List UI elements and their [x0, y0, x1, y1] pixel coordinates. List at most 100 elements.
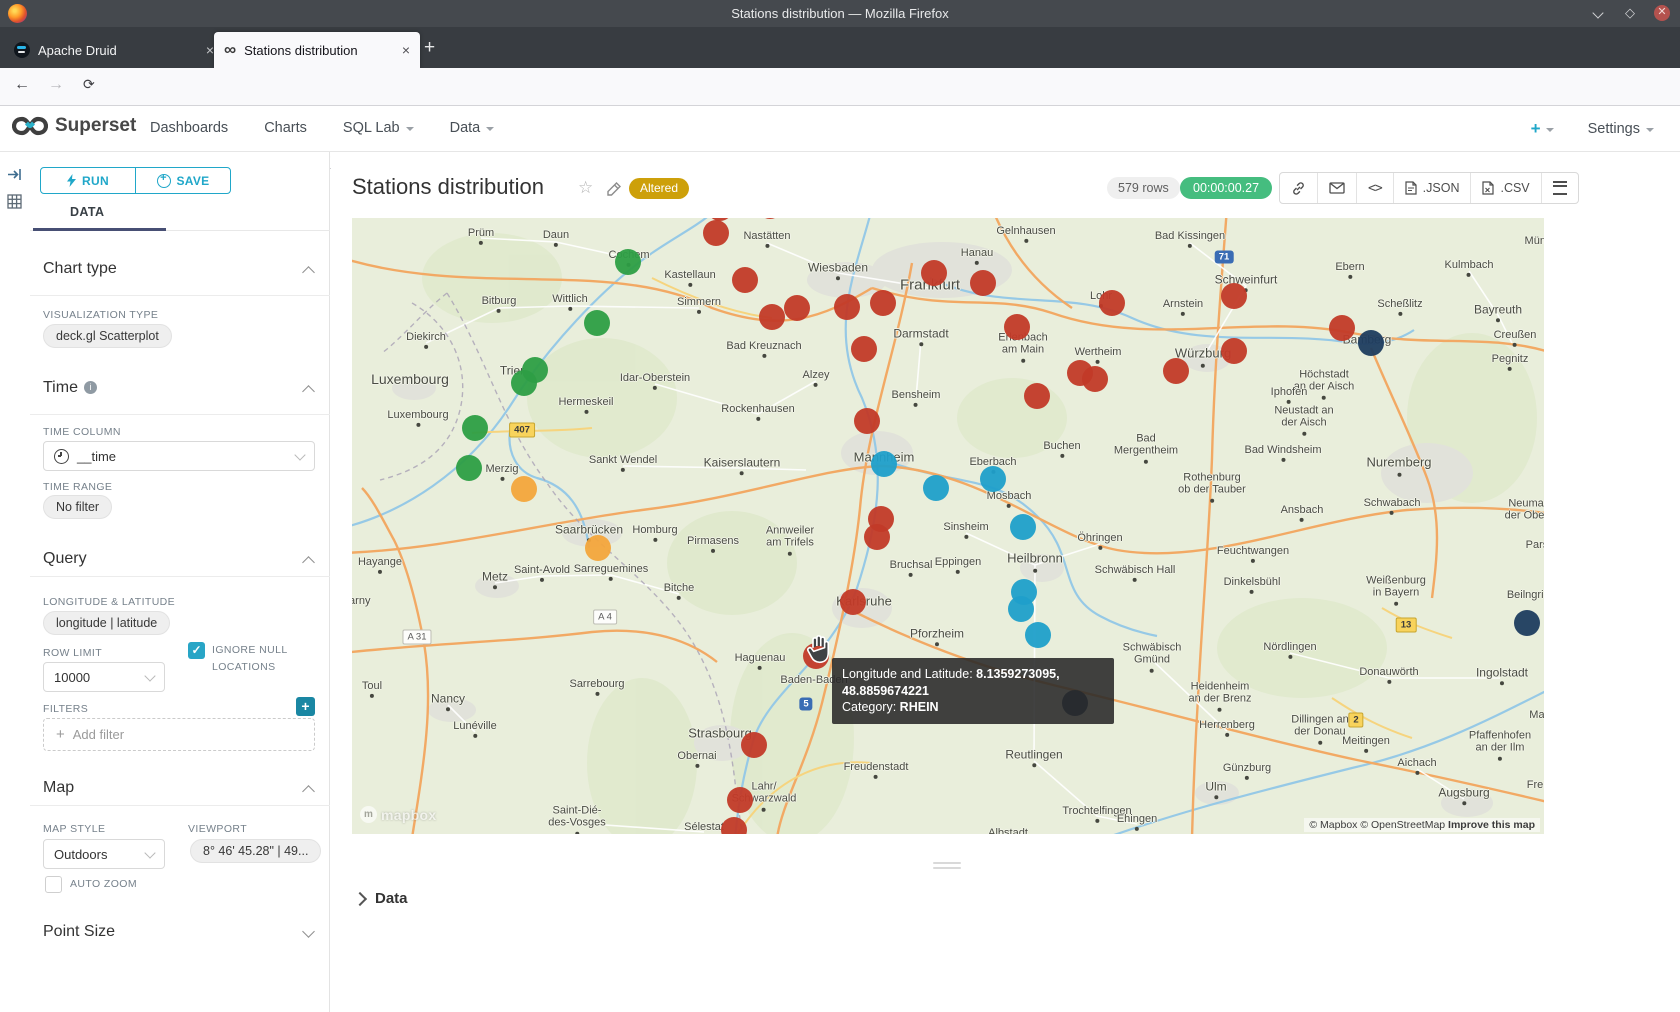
station-point[interactable] [784, 295, 810, 321]
station-point[interactable] [921, 260, 947, 286]
station-point[interactable] [1221, 338, 1247, 364]
tab-stations-distribution[interactable]: ∞ Stations distribution × [214, 32, 420, 68]
new-tab-button[interactable]: + [424, 38, 435, 57]
attribution-mapbox[interactable]: © Mapbox [1309, 819, 1357, 831]
station-point[interactable] [727, 787, 753, 813]
export-json-button[interactable]: .JSON [1393, 173, 1471, 203]
station-point[interactable] [703, 220, 729, 246]
station-point[interactable] [1004, 314, 1030, 340]
station-point[interactable] [1008, 596, 1034, 622]
station-point[interactable] [1025, 622, 1051, 648]
station-point[interactable] [759, 304, 785, 330]
station-point[interactable] [840, 589, 866, 615]
viewport-value[interactable]: 8° 46' 45.28" | 49... [190, 839, 321, 863]
station-point[interactable] [585, 535, 611, 561]
favorite-star-icon[interactable]: ☆ [578, 178, 593, 198]
run-button[interactable]: RUN [41, 168, 136, 193]
settings-menu[interactable]: Settings [1588, 121, 1654, 137]
reload-icon[interactable]: ⟳ [83, 76, 95, 93]
station-point[interactable] [854, 408, 880, 434]
chevron-down-icon[interactable] [302, 925, 315, 938]
section-point-size[interactable]: Point Size [43, 923, 115, 941]
window-minimize-icon[interactable] [1590, 5, 1606, 21]
station-point[interactable] [1082, 366, 1108, 392]
auto-zoom-checkbox[interactable] [45, 876, 62, 893]
lonlat-value[interactable]: longitude | latitude [43, 611, 170, 635]
deckgl-scatterplot-map[interactable]: PrümDaunCochemNastättenWiesbadenFrankfur… [352, 218, 1544, 834]
email-button[interactable] [1317, 173, 1356, 203]
window-close-icon[interactable]: ✕ [1654, 5, 1670, 21]
section-map[interactable]: Map [43, 779, 74, 797]
back-icon[interactable]: ← [14, 76, 30, 94]
viz-type-value[interactable]: deck.gl Scatterplot [43, 324, 172, 348]
station-point[interactable] [615, 249, 641, 275]
superset-logo[interactable]: Superset [12, 114, 136, 138]
station-point[interactable] [864, 524, 890, 550]
add-filter-box[interactable]: + Add filter [43, 718, 315, 751]
chevron-up-icon[interactable] [302, 266, 315, 279]
copy-link-button[interactable] [1280, 173, 1317, 203]
station-point[interactable] [1514, 610, 1540, 636]
station-point[interactable] [1163, 358, 1189, 384]
station-point[interactable] [1024, 383, 1050, 409]
window-maximize-icon[interactable]: ◇ [1622, 5, 1638, 21]
map-style-select[interactable]: Outdoors [43, 839, 165, 869]
data-section-toggle[interactable]: Data [355, 890, 408, 907]
section-chart-type[interactable]: Chart type [43, 260, 117, 278]
forward-icon[interactable]: → [48, 76, 64, 94]
tab-data[interactable]: DATA [70, 205, 104, 219]
section-time[interactable]: Timei [43, 379, 97, 397]
ignore-null-checkbox[interactable]: ✓ [188, 642, 205, 659]
tab-apache-druid[interactable]: Apache Druid × [4, 32, 224, 68]
attribution-improve-link[interactable]: Improve this map [1448, 819, 1535, 831]
station-point[interactable] [741, 732, 767, 758]
station-point[interactable] [1010, 514, 1036, 540]
new-item-button[interactable]: + [1531, 119, 1554, 139]
nav-data[interactable]: Data [450, 120, 495, 136]
station-point[interactable] [1099, 290, 1125, 316]
station-point[interactable] [851, 336, 877, 362]
station-point[interactable] [721, 817, 747, 834]
time-column-select[interactable]: __time [43, 441, 315, 471]
nav-charts[interactable]: Charts [264, 120, 307, 136]
station-point[interactable] [462, 415, 488, 441]
station-point[interactable] [511, 476, 537, 502]
time-range-value[interactable]: No filter [43, 495, 112, 519]
chevron-up-icon[interactable] [302, 785, 315, 798]
section-query[interactable]: Query [43, 550, 87, 568]
tab-close-icon[interactable]: × [206, 42, 214, 58]
collapse-panel-icon[interactable] [7, 168, 22, 184]
station-point[interactable] [1358, 330, 1384, 356]
chart-menu-button[interactable] [1541, 173, 1578, 203]
station-point[interactable] [511, 370, 537, 396]
nav-dashboards[interactable]: Dashboards [150, 120, 228, 136]
station-point[interactable] [870, 290, 896, 316]
tab-close-icon[interactable]: × [402, 42, 410, 58]
chevron-up-icon[interactable] [302, 556, 315, 569]
station-point[interactable] [923, 475, 949, 501]
station-point[interactable] [456, 455, 482, 481]
station-point[interactable] [584, 310, 610, 336]
edit-title-icon[interactable] [606, 181, 622, 202]
station-point[interactable] [1329, 315, 1355, 341]
panel-drag-handle[interactable] [933, 862, 961, 864]
mapbox-logo[interactable]: m mapbox [360, 806, 436, 823]
save-button[interactable]: SAVE [136, 168, 230, 193]
nav-sql-lab[interactable]: SQL Lab [343, 120, 414, 136]
station-point[interactable] [980, 466, 1006, 492]
station-point[interactable] [871, 451, 897, 477]
panel-drag-handle[interactable] [933, 867, 961, 869]
attribution-osm[interactable]: © OpenStreetMap [1360, 819, 1445, 831]
altered-badge[interactable]: Altered [629, 178, 689, 199]
dataset-grid-icon[interactable] [7, 194, 22, 212]
station-point[interactable] [707, 218, 733, 221]
add-filter-plus-button[interactable]: + [296, 697, 315, 716]
embed-code-button[interactable]: <> [1356, 173, 1393, 203]
chevron-up-icon[interactable] [302, 385, 315, 398]
station-point[interactable] [1221, 283, 1247, 309]
export-csv-button[interactable]: .CSV [1470, 173, 1540, 203]
station-point[interactable] [834, 294, 860, 320]
station-point[interactable] [732, 267, 758, 293]
station-point[interactable] [970, 270, 996, 296]
row-limit-select[interactable]: 10000 [43, 662, 165, 692]
